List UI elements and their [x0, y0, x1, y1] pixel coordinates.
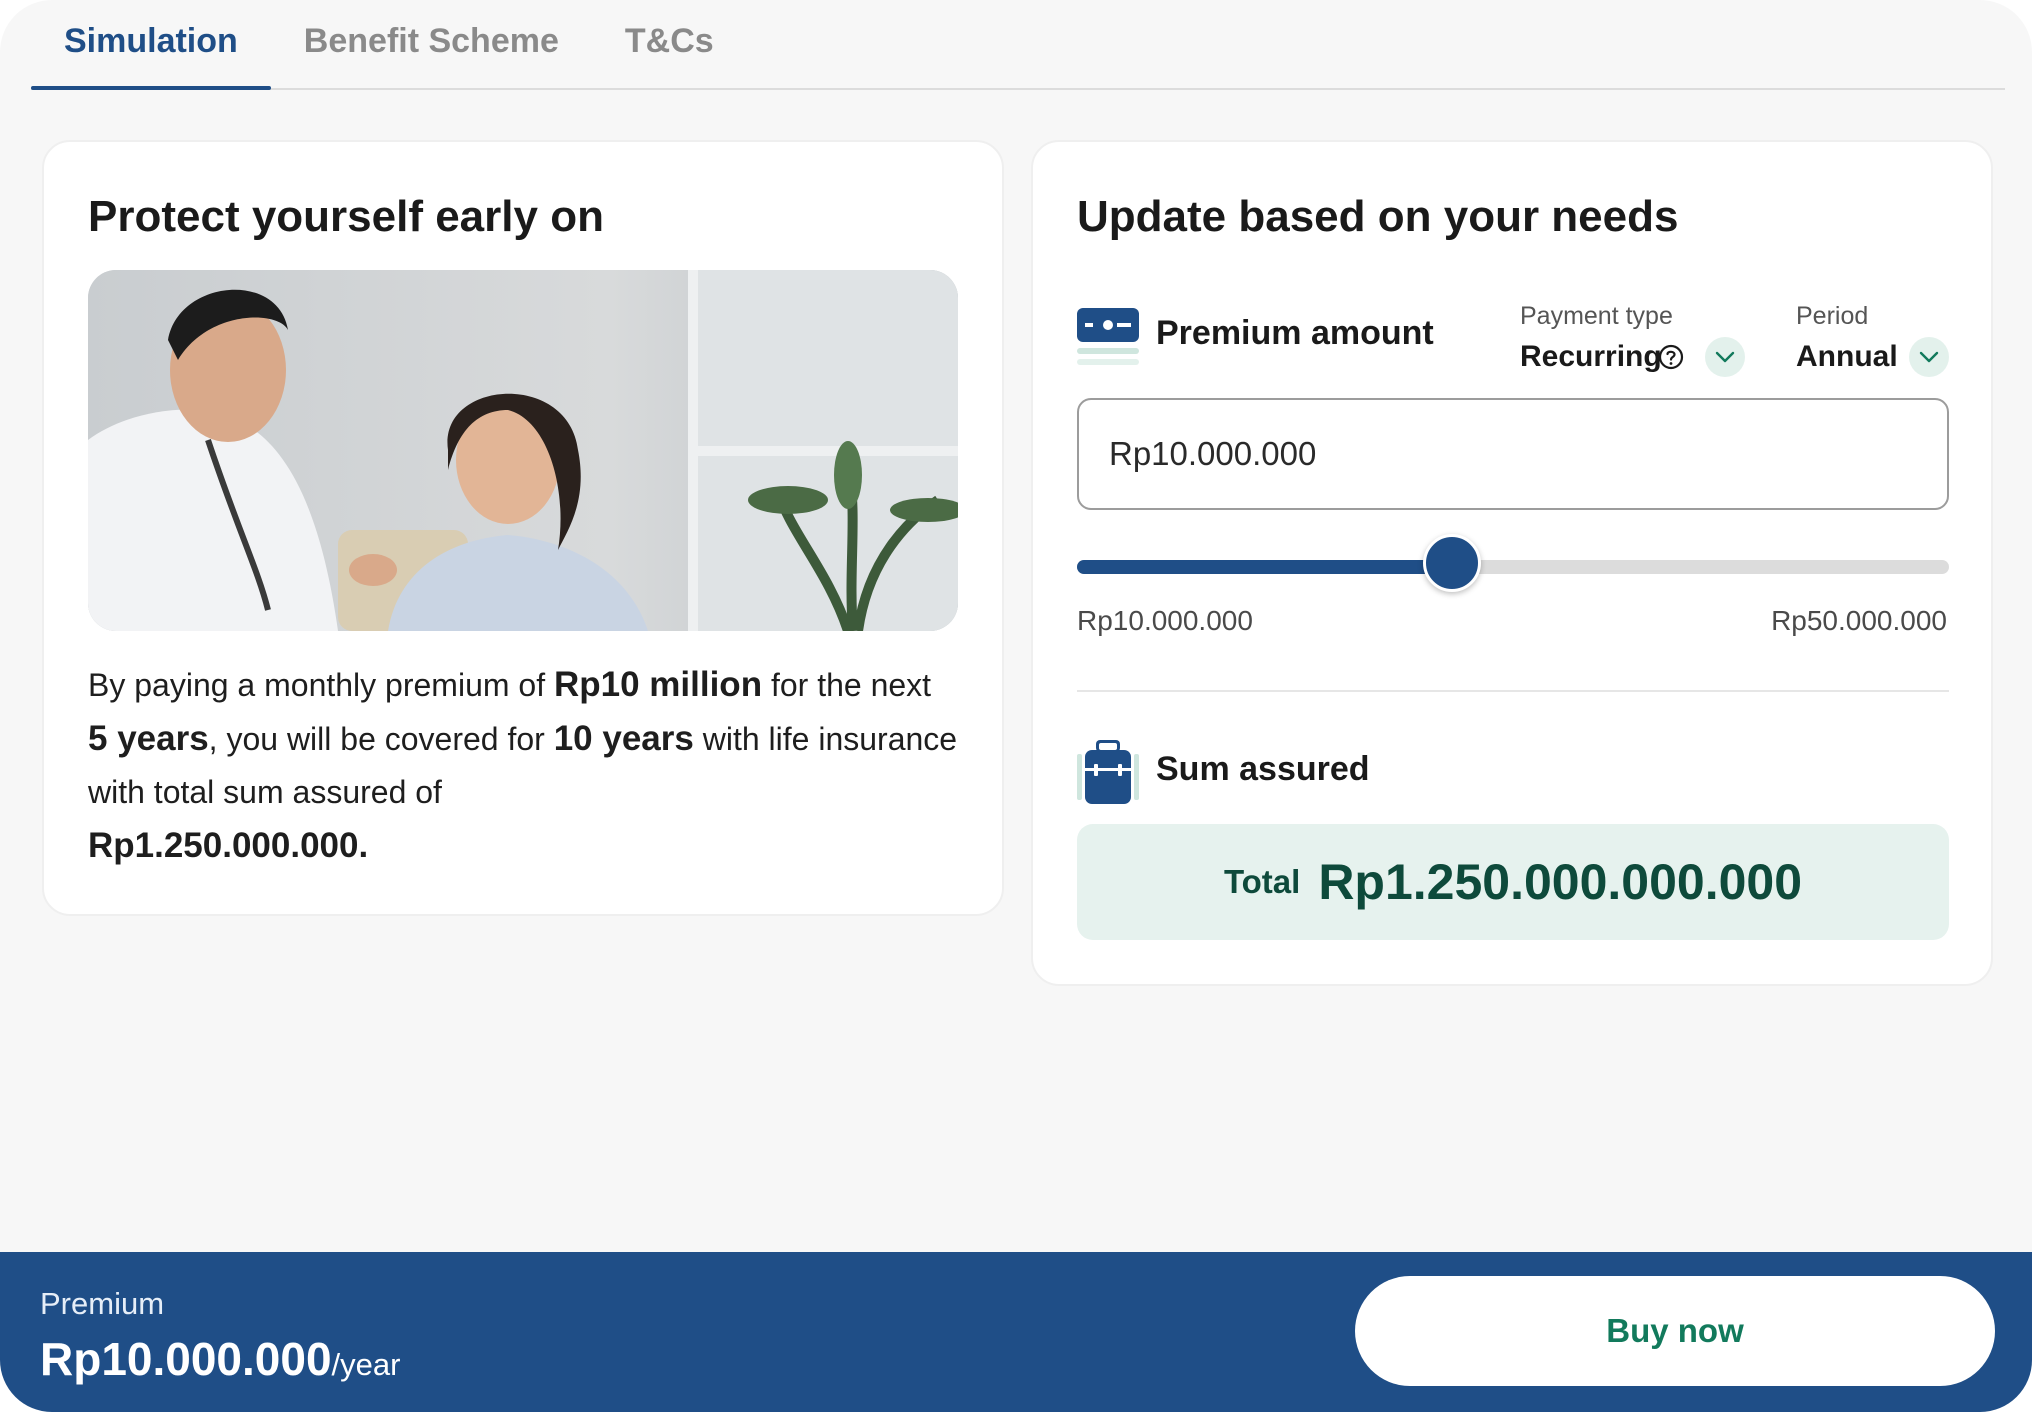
doctor-patient-photo [88, 270, 958, 631]
premium-amount-input[interactable] [1077, 398, 1949, 510]
period-value[interactable]: Annual [1796, 340, 1898, 374]
premium-slider-track[interactable] [1077, 560, 1949, 574]
footer-premium-period: /year [331, 1347, 401, 1382]
briefcase-icon [1077, 740, 1139, 804]
protect-description: By paying a monthly premium of Rp10 mill… [88, 658, 958, 873]
tab-bar: Simulation Benefit Scheme T&Cs [31, 0, 2005, 90]
slider-min-label: Rp10.000.000 [1077, 605, 1253, 636]
app-window: Simulation Benefit Scheme T&Cs Protect y… [0, 0, 2032, 1412]
premium-amount-label: Premium amount [1156, 314, 1434, 352]
money-card-icon [1077, 308, 1139, 365]
total-value: Rp1.250.000.000.000 [1318, 854, 1803, 910]
buy-now-button[interactable]: Buy now [1355, 1276, 1995, 1386]
footer-bar: Premium Rp10.000.000/year Buy now [0, 1252, 2032, 1412]
tab-benefit-scheme[interactable]: Benefit Scheme [271, 0, 592, 88]
total-sum-box: Total Rp1.250.000.000.000 [1077, 824, 1949, 940]
premium-slider-thumb[interactable] [1422, 534, 1481, 592]
chevron-down-icon [1715, 351, 1735, 363]
tab-simulation[interactable]: Simulation [31, 0, 271, 90]
slider-max-label: Rp50.000.000 [1771, 605, 1947, 636]
photo-illustration [88, 270, 958, 631]
desc-text-1: By paying a monthly premium of [88, 667, 554, 703]
sum-assured-label: Sum assured [1156, 750, 1370, 788]
desc-payment-years: 5 years [88, 719, 209, 758]
tab-tncs[interactable]: T&Cs [592, 0, 747, 88]
update-needs-card: Update based on your needs Premium amoun… [1031, 140, 1993, 986]
period-dropdown[interactable] [1909, 337, 1949, 377]
payment-type-label: Payment type [1520, 302, 1673, 330]
chevron-down-icon [1919, 351, 1939, 363]
section-divider [1077, 690, 1949, 692]
desc-text-3: , you will be covered for [208, 721, 554, 757]
payment-type-value[interactable]: Recurring [1520, 340, 1662, 374]
footer-premium-label: Premium [40, 1286, 165, 1321]
period-label: Period [1796, 302, 1869, 330]
help-circle-icon[interactable] [1658, 344, 1684, 370]
total-label: Total [1223, 863, 1301, 900]
desc-coverage-years: 10 years [553, 719, 694, 758]
desc-premium-amount: Rp10 million [553, 665, 763, 704]
desc-text-2: for the next [762, 667, 932, 703]
premium-slider-fill [1077, 560, 1452, 574]
footer-premium-amount: Rp10.000.000 [40, 1333, 332, 1385]
footer-premium-price: Rp10.000.000/year [40, 1332, 400, 1386]
protect-card-title: Protect yourself early on [88, 192, 604, 241]
update-card-title: Update based on your needs [1077, 192, 1679, 241]
protect-card: Protect yourself early on By paying a mo… [42, 140, 1004, 916]
payment-type-dropdown[interactable] [1705, 337, 1745, 377]
desc-sum-assured: Rp1.250.000.000. [88, 826, 369, 865]
